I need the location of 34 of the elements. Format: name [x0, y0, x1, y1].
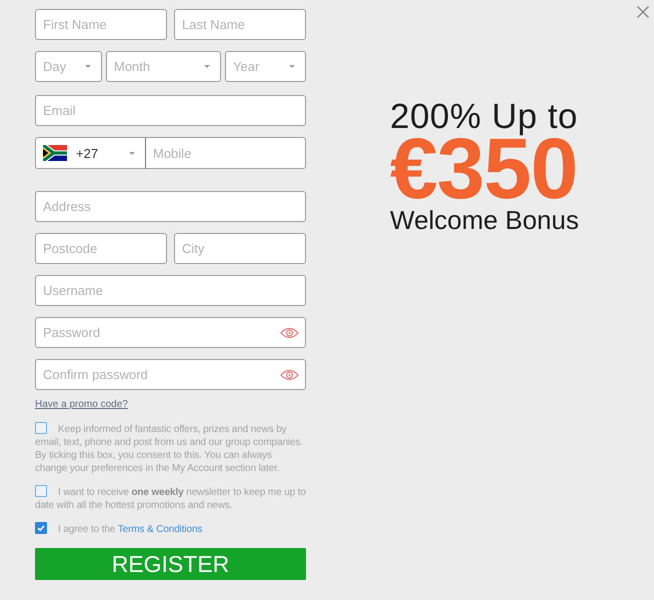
register-button[interactable]: REGISTER [35, 548, 306, 580]
month-dropdown[interactable]: Month [106, 51, 221, 82]
checkbox[interactable] [35, 422, 47, 434]
bonus-amount: €350 [390, 134, 578, 204]
close-icon[interactable] [637, 6, 649, 18]
bonus-subtitle: Welcome Bonus [390, 207, 579, 233]
postcode-field[interactable]: Postcode [35, 233, 167, 264]
first-name-field[interactable]: First Name [35, 9, 167, 40]
promo-code-link[interactable]: Have a promo code? [35, 399, 128, 411]
email-field[interactable]: Email [35, 95, 306, 126]
terms-link[interactable]: Terms & Conditions [118, 524, 202, 535]
eye-icon[interactable] [280, 369, 299, 381]
mobile-field[interactable]: Mobile [145, 137, 306, 169]
confirm-password-field[interactable]: Confirm password [35, 359, 306, 390]
country-code-dropdown[interactable]: +27 [35, 137, 145, 169]
flag-icon [43, 145, 67, 161]
marketing-consent-option[interactable]: Keep informed of fantastic offers, prizes and news by email, text, phone and post from us and our group companies. By ticking this box, you consent to this. You can always change your preferences in the My Account section later. [35, 422, 306, 475]
eye-icon[interactable] [280, 327, 299, 339]
caret-icon [289, 65, 295, 68]
last-name-field[interactable]: Last Name [174, 9, 306, 40]
checkbox[interactable] [35, 522, 47, 534]
password-field[interactable]: Password [35, 317, 306, 348]
caret-icon [204, 65, 210, 68]
terms-agreement-option[interactable]: I agree to the Terms & Conditions [35, 522, 306, 536]
caret-icon [85, 65, 91, 68]
username-field[interactable]: Username [35, 275, 306, 306]
checkbox[interactable] [35, 485, 47, 497]
city-field[interactable]: City [174, 233, 306, 264]
address-field[interactable]: Address [35, 191, 306, 222]
newsletter-option[interactable]: I want to receive one weekly newsletter to keep me up to date with all the hottest promotions and news. [35, 485, 306, 512]
year-dropdown[interactable]: Year [225, 51, 306, 82]
promo-headline: 200% Up to [390, 99, 578, 134]
caret-icon [129, 152, 135, 154]
day-dropdown[interactable]: Day [35, 51, 102, 82]
